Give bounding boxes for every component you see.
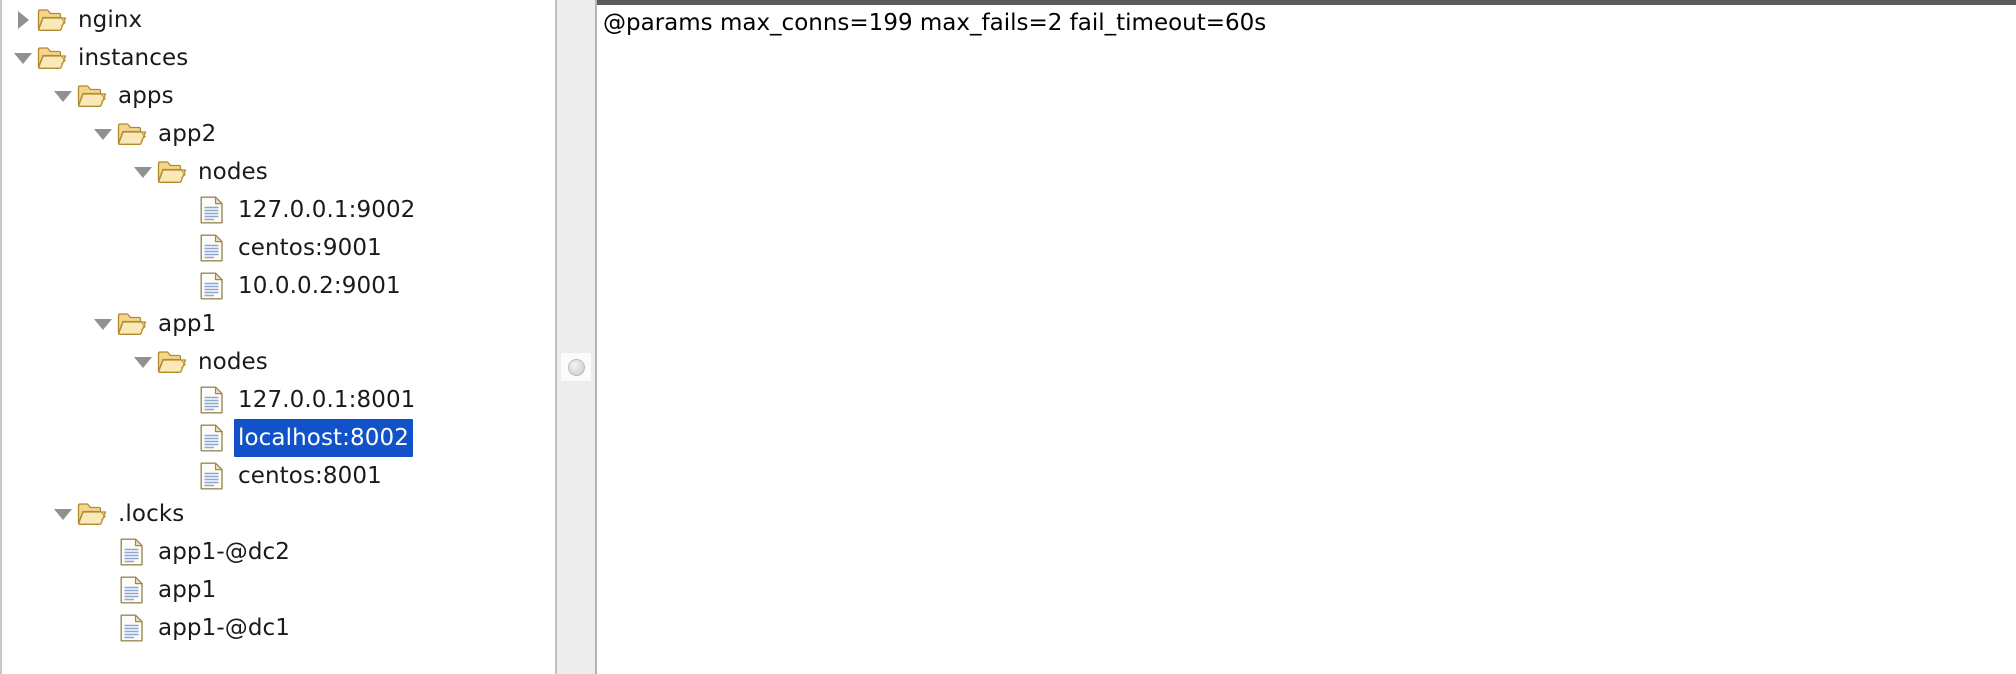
triangle-glyph: [17, 11, 29, 29]
tree-row-label: instances: [78, 45, 189, 71]
chevron-down-icon[interactable]: [10, 39, 36, 77]
chevron-right-icon[interactable]: [10, 1, 36, 39]
detail-editor-panel[interactable]: @params max_conns=199 max_fails=2 fail_t…: [597, 0, 2016, 674]
tree-row[interactable]: app1-@dc2: [2, 533, 555, 571]
folder-open-icon: [157, 351, 187, 373]
tree-row[interactable]: localhost:8002: [2, 419, 555, 457]
chevron-down-icon[interactable]: [50, 495, 76, 533]
tree-row[interactable]: centos:8001: [2, 457, 555, 495]
tree-row[interactable]: nginx: [2, 1, 555, 39]
file-document-icon: [120, 614, 143, 642]
folder-open-icon: [76, 77, 108, 115]
splitter-grip-handle[interactable]: [561, 353, 591, 381]
tree-row-label: localhost:8002: [234, 419, 413, 457]
file-document-icon: [200, 272, 223, 300]
tree-row-label: centos:8001: [238, 463, 382, 489]
file-document-icon: [200, 462, 223, 490]
tree-row-label: nodes: [198, 349, 268, 375]
file-document-icon: [120, 538, 143, 566]
file-document-icon: [116, 609, 148, 647]
chevron-down-icon[interactable]: [50, 77, 76, 115]
file-document-icon: [116, 571, 148, 609]
app-root: nginx instances apps app2 nodes 127.0.0.1:900…: [0, 0, 2016, 674]
tree-row-label: app2: [158, 121, 217, 147]
tree-row-list: nginx instances apps app2 nodes 127.0.0.1:900…: [2, 0, 555, 647]
splitter-grip-dot-icon: [567, 358, 585, 376]
tree-row[interactable]: 127.0.0.1:8001: [2, 381, 555, 419]
tree-row-label: .locks: [118, 501, 185, 527]
triangle-glyph: [54, 508, 72, 520]
file-document-icon: [196, 267, 228, 305]
chevron-down-icon[interactable]: [130, 153, 156, 191]
triangle-glyph: [134, 166, 152, 178]
tree-row-label: nginx: [78, 7, 143, 33]
tree-row-label: centos:9001: [238, 235, 382, 261]
tree-row-label: nodes: [198, 159, 268, 185]
tree-row-label: 10.0.0.2:9001: [238, 273, 401, 299]
triangle-glyph: [54, 90, 72, 102]
tree-row[interactable]: nodes: [2, 343, 555, 381]
detail-editor-content[interactable]: @params max_conns=199 max_fails=2 fail_t…: [597, 5, 2016, 38]
folder-open-icon: [77, 85, 107, 107]
folder-open-icon: [36, 1, 68, 39]
tree-row[interactable]: app1: [2, 571, 555, 609]
folder-open-icon: [37, 47, 67, 69]
file-document-icon: [200, 424, 223, 452]
folder-open-icon: [77, 503, 107, 525]
file-document-icon: [196, 381, 228, 419]
folder-open-icon: [116, 305, 148, 343]
folder-open-icon: [156, 153, 188, 191]
tree-row-label: app1-@dc1: [158, 615, 291, 641]
file-document-icon: [200, 234, 223, 262]
file-document-icon: [196, 191, 228, 229]
tree-row-label: apps: [118, 83, 174, 109]
folder-open-icon: [157, 161, 187, 183]
file-document-icon: [196, 457, 228, 495]
folder-open-icon: [116, 115, 148, 153]
tree-row[interactable]: apps: [2, 77, 555, 115]
file-document-icon: [200, 196, 223, 224]
tree-row-label: app1: [158, 311, 217, 337]
tree-row[interactable]: .locks: [2, 495, 555, 533]
triangle-glyph: [94, 128, 112, 140]
tree-row[interactable]: app1: [2, 305, 555, 343]
folder-open-icon: [37, 9, 67, 31]
triangle-glyph: [94, 318, 112, 330]
folder-open-icon: [36, 39, 68, 77]
tree-row[interactable]: nodes: [2, 153, 555, 191]
file-document-icon: [116, 533, 148, 571]
tree-row-label: 127.0.0.1:8001: [238, 387, 416, 413]
tree-row[interactable]: app1-@dc1: [2, 609, 555, 647]
tree-row-label: app1-@dc2: [158, 539, 291, 565]
tree-row[interactable]: 127.0.0.1:9002: [2, 191, 555, 229]
tree-row[interactable]: centos:9001: [2, 229, 555, 267]
folder-open-icon: [117, 313, 147, 335]
tree-row-label: 127.0.0.1:9002: [238, 197, 416, 223]
chevron-down-icon[interactable]: [130, 343, 156, 381]
tree-row[interactable]: app2: [2, 115, 555, 153]
file-document-icon: [120, 576, 143, 604]
tree-row[interactable]: 10.0.0.2:9001: [2, 267, 555, 305]
folder-open-icon: [156, 343, 188, 381]
tree-row-label: app1: [158, 577, 217, 603]
file-document-icon: [196, 229, 228, 267]
file-document-icon: [196, 419, 228, 457]
tree-row[interactable]: instances: [2, 39, 555, 77]
triangle-glyph: [134, 356, 152, 368]
triangle-glyph: [14, 52, 32, 64]
chevron-down-icon[interactable]: [90, 115, 116, 153]
chevron-down-icon[interactable]: [90, 305, 116, 343]
panel-splitter[interactable]: [557, 0, 597, 674]
configuration-tree-panel[interactable]: nginx instances apps app2 nodes 127.0.0.1:900…: [0, 0, 557, 674]
folder-open-icon: [117, 123, 147, 145]
folder-open-icon: [76, 495, 108, 533]
file-document-icon: [200, 386, 223, 414]
